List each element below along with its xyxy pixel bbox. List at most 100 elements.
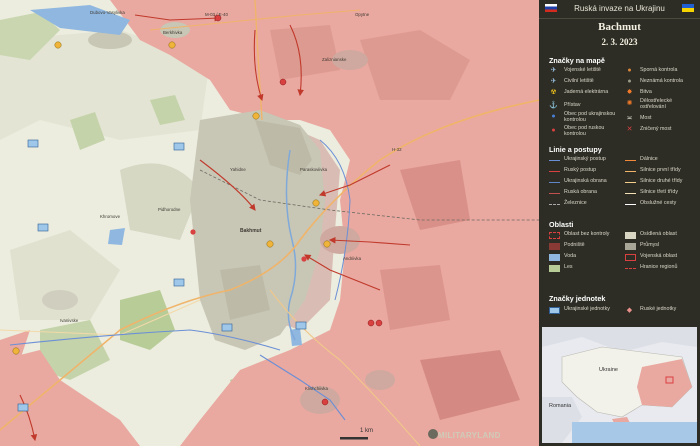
swamp-swatch [549, 243, 560, 250]
header-title: Ruská invaze na Ukrajinu [574, 4, 665, 13]
service-road-line-icon [625, 204, 636, 205]
water-swatch [549, 254, 560, 261]
battle-marker[interactable] [301, 256, 307, 262]
ukrainian-village-icon: ● [551, 113, 556, 120]
legend-item: Vojenská oblast [640, 253, 678, 259]
settlement [365, 370, 395, 390]
ukrainian-unit[interactable] [221, 323, 233, 332]
russian-advance-line-icon [549, 171, 560, 172]
map-canvas[interactable] [0, 0, 539, 446]
russian-village-icon: ● [551, 127, 556, 134]
ukrainian-unit[interactable] [27, 139, 39, 148]
map-label: Opytne [355, 12, 370, 17]
legend-item: Zničený most [640, 126, 672, 132]
ukrainian-advance-line-icon [549, 160, 560, 161]
legend-panel: Ruská invaze na Ukrajinu Bachmut 2. 3. 2… [539, 0, 700, 446]
legend-item: Ukrajinský postup [564, 156, 606, 162]
legend-item: Přístav [564, 102, 581, 108]
legend-item: Civilní letiště [564, 78, 594, 84]
nuclear-icon: ☢ [550, 89, 557, 96]
inset-label: Ukraine [599, 367, 618, 373]
russian-defense-line-icon [549, 193, 560, 194]
panel-header: Ruská invaze na Ukrajinu [539, 0, 700, 19]
anchor-icon: ⚓ [549, 102, 558, 109]
map-label: Bakhmut [240, 228, 262, 234]
russian-control-marker[interactable] [321, 398, 329, 406]
ukrainian-unit[interactable] [17, 403, 29, 412]
ukrainian-unit[interactable] [173, 142, 185, 151]
legend-section-title: Linie a postupy [549, 145, 602, 154]
legend-item: Voda [564, 253, 577, 259]
tertiary-road-line-icon [625, 193, 636, 194]
map-label: Berkhivka [163, 30, 183, 35]
legend-item: Obec pod ukrajinskou kontrolou [564, 111, 616, 123]
legend-item: Jaderná elektrárna [564, 89, 609, 95]
control-marker[interactable] [168, 41, 176, 49]
legend-item: Ukrajinské jednotky [564, 306, 610, 312]
destroyed-bridge-icon: ✕ [626, 126, 633, 133]
russian-control-marker[interactable] [367, 319, 375, 327]
airport-icon: ✈ [550, 78, 557, 85]
legend-item: Ukrajinská obrana [564, 178, 607, 184]
road-label: M-03 / E-40 [205, 12, 228, 17]
map-label: Yahidne [230, 167, 246, 172]
legend-item: Dělostřelecké ostřelování [640, 98, 673, 110]
legend-item: Hranice regionů [640, 264, 678, 270]
control-marker[interactable] [54, 41, 62, 49]
control-marker[interactable] [266, 240, 274, 248]
russian-unit-icon: ◆ [626, 307, 633, 314]
legend-item: Podniště [564, 242, 585, 248]
bridge-icon: ≍ [626, 115, 633, 122]
battle-icon: ✸ [626, 89, 633, 96]
legend-item: Bitva [640, 89, 652, 95]
legend-section-title: Značky na mapě [549, 56, 605, 65]
inset-black-sea [572, 422, 697, 443]
legend-item: Silnice druhé třídy [640, 178, 683, 184]
ukrainian-unit[interactable] [295, 321, 307, 330]
legend-section-title: Značky jednotek [549, 294, 606, 303]
region-border-icon [625, 268, 636, 269]
inset-label: Romania [549, 403, 572, 409]
map-label: Ivanivske [60, 318, 79, 323]
legend-item: Osídlená oblast [640, 231, 677, 237]
legend-item: Most [640, 115, 652, 121]
military-area-swatch [625, 254, 636, 261]
secondary-road-line-icon [625, 182, 636, 183]
forest-swatch [549, 265, 560, 272]
legend-item: Ruský postup [564, 167, 597, 173]
russian-control-marker[interactable] [375, 319, 383, 327]
control-marker[interactable] [12, 347, 20, 355]
legend-item: Neznámá kontrola [640, 78, 683, 84]
ukrainian-unit[interactable] [37, 223, 49, 232]
settlement [42, 290, 78, 310]
settlement-swatch [625, 232, 636, 239]
legend-item: Dálnice [640, 156, 658, 162]
ukrainian-defense-line-icon [549, 182, 560, 183]
russian-control-marker[interactable] [279, 78, 287, 86]
uncontrolled-area-swatch [549, 232, 560, 239]
control-marker[interactable] [312, 199, 320, 207]
control-marker[interactable] [323, 240, 331, 248]
ukrainian-unit[interactable] [173, 278, 185, 287]
airbase-icon: ✈ [550, 67, 557, 74]
map-date: 2. 3. 2023 [601, 37, 638, 47]
water-body [108, 228, 125, 245]
legend-item: Les [564, 264, 573, 270]
artillery-icon: ✺ [626, 100, 633, 107]
legend-item: Vojenské letiště [564, 67, 601, 73]
legend-item: Sporná kontrola [640, 67, 678, 73]
ukrainian-unit-icon [549, 307, 560, 314]
legend-item: Silnice první třídy [640, 167, 681, 173]
legend-section-title: Oblasti [549, 220, 574, 229]
control-marker[interactable] [252, 112, 260, 120]
legend-item: Průmysl [640, 242, 660, 248]
map-label: Pidhorodne [158, 207, 181, 212]
battle-marker[interactable] [190, 229, 196, 235]
map-label: Dubovo-Vasylivka [90, 10, 125, 15]
map-label: Zaliznianske [322, 57, 347, 62]
legend-item: Železnice [564, 200, 587, 206]
brand: MILITARYLAND [438, 431, 501, 440]
map-city-title: Bachmut [598, 21, 641, 33]
railway-line-icon [549, 204, 560, 205]
map-label: Klishchiivka [305, 386, 328, 391]
